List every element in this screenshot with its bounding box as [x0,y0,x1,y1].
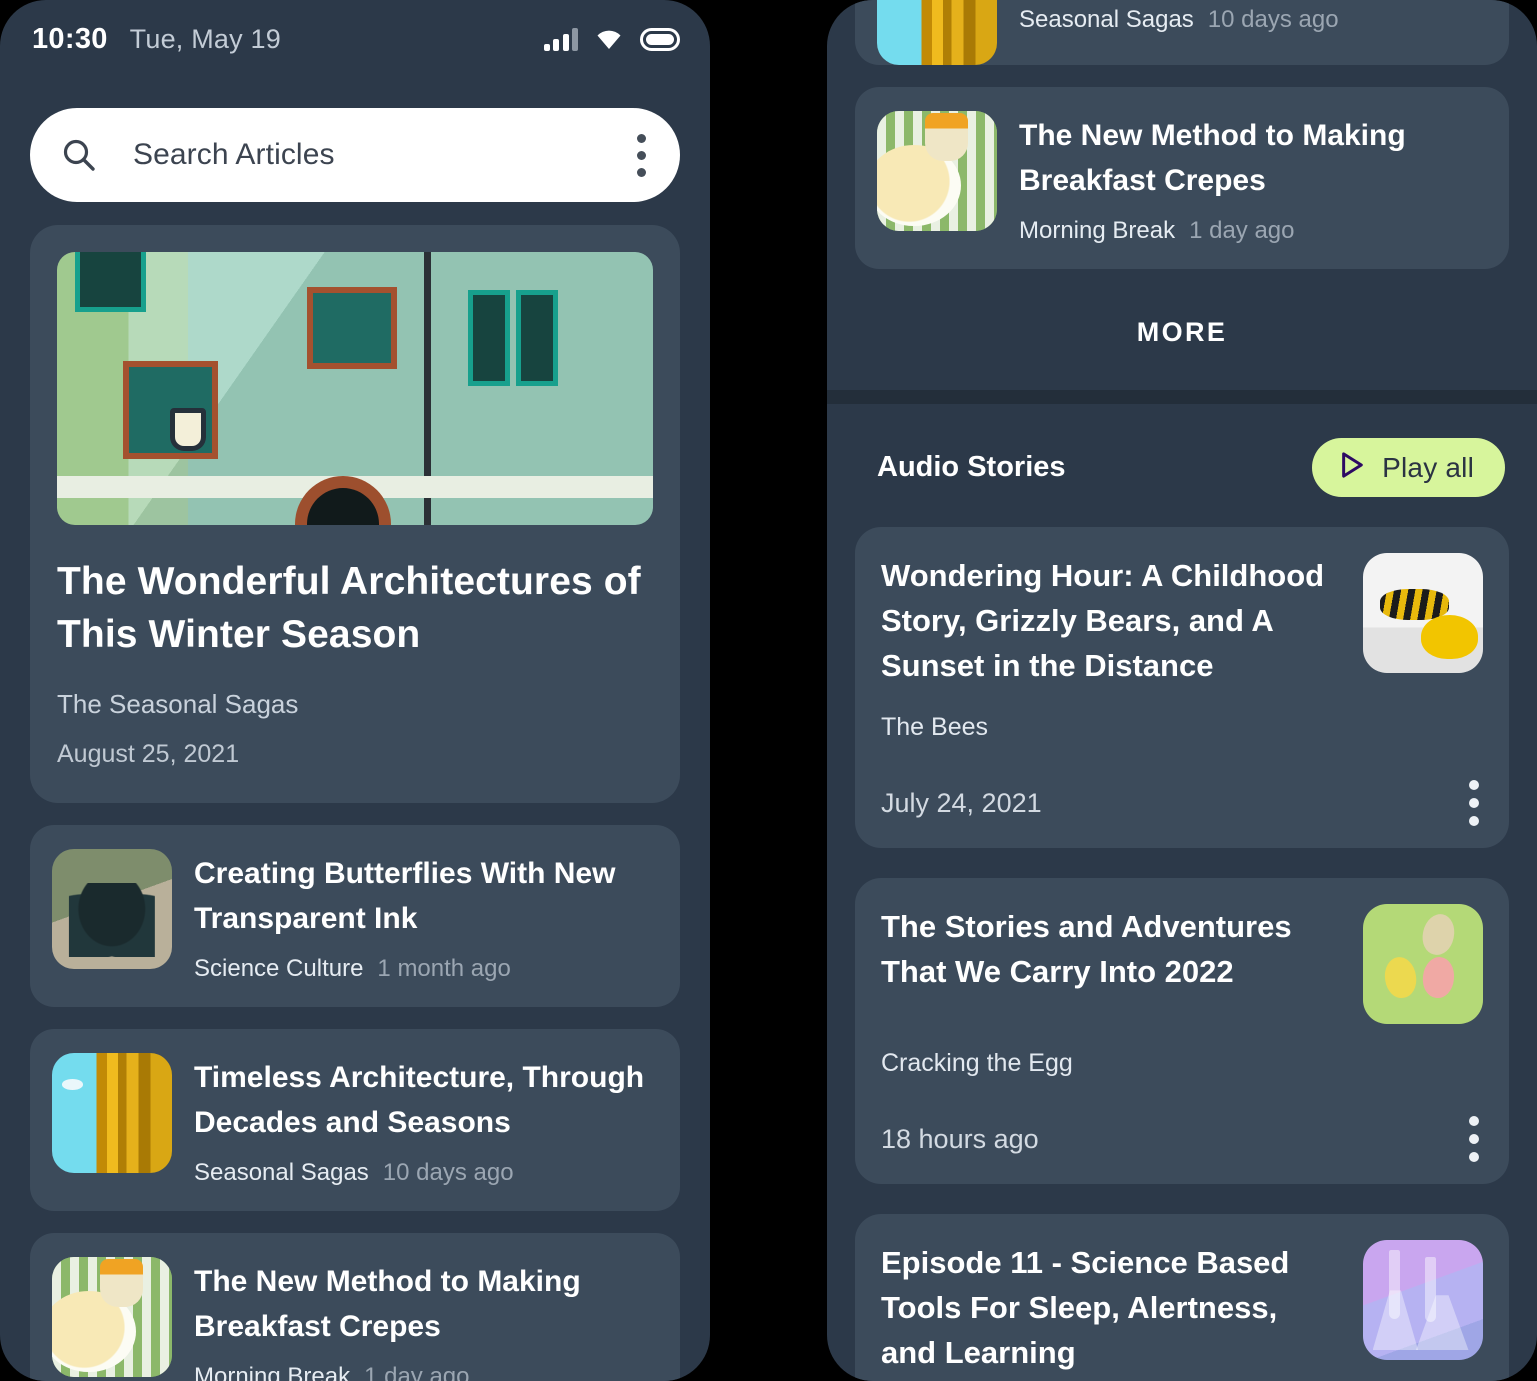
article-source: Morning Break [1019,217,1176,244]
audio-story-card[interactable]: Wondering Hour: A Childhood Story, Grizz… [855,527,1509,848]
article-title: The New Method to Making Breakfast Crepe… [194,1265,581,1343]
article-feed: The Wonderful Architectures of This Wint… [0,225,710,1381]
audio-story-top: Episode 11 - Science Based Tools For Sle… [881,1240,1483,1375]
audio-story-card[interactable]: The Stories and Adventures That We Carry… [855,878,1509,1184]
hero-article-card[interactable]: The Wonderful Architectures of This Wint… [30,225,680,803]
article-list-body: The New Method to Making Breakfast Crepe… [1019,111,1487,245]
section-divider [827,390,1537,404]
more-button[interactable]: MORE [827,269,1537,390]
audio-story-title: Wondering Hour: A Childhood Story, Grizz… [881,558,1325,683]
more-vert-icon[interactable] [1469,780,1479,826]
article-source: Science Culture [194,955,364,982]
audio-story-top: Wondering Hour: A Childhood Story, Grizz… [881,553,1483,688]
search-bar[interactable]: Search Articles [30,108,680,202]
right-panel-scroll: Seasonal Sagas 10 days ago The New Method… [827,0,1537,1381]
article-title: Timeless Architecture, Through Decades a… [194,1061,645,1139]
article-source: Morning Break [194,1363,351,1381]
audio-story-card[interactable]: Episode 11 - Science Based Tools For Sle… [855,1214,1509,1381]
status-bar-time: 10:30 [32,22,108,55]
status-bar: 10:30 Tue, May 19 [0,0,710,78]
status-bar-date: Tue, May 19 [129,23,281,54]
audio-stories-title: Audio Stories [877,451,1066,483]
play-all-label: Play all [1382,451,1474,483]
status-bar-icons [543,27,680,51]
article-meta: Seasonal Sagas 10 days ago [194,1159,658,1187]
left-phone-panel: 10:30 Tue, May 19 Search Articles The Wo… [0,0,710,1381]
article-list-item[interactable]: The New Method to Making Breakfast Crepe… [30,1233,680,1381]
article-list-item[interactable]: Timeless Architecture, Through Decades a… [30,1029,680,1211]
play-all-button[interactable]: Play all [1312,438,1505,497]
audio-story-date: 18 hours ago [881,1123,1039,1154]
article-list-item[interactable]: The New Method to Making Breakfast Crepe… [855,87,1509,269]
article-list-body: Seasonal Sagas 10 days ago [1019,0,1487,34]
article-time: 10 days ago [382,1159,514,1186]
article-list-body: The New Method to Making Breakfast Crepe… [194,1257,658,1381]
audio-story-source: The Bees [881,713,989,741]
article-list-body: Timeless Architecture, Through Decades a… [194,1053,658,1187]
hero-article-image [57,252,653,525]
right-article-list: The New Method to Making Breakfast Crepe… [827,87,1537,269]
article-time: 1 day ago [1189,217,1295,244]
audio-story-title: Episode 11 - Science Based Tools For Sle… [881,1245,1290,1370]
audio-story-title: The Stories and Adventures That We Carry… [881,909,1292,989]
search-icon [62,138,96,172]
more-button-label: MORE [1136,317,1228,347]
article-thumbnail [52,1053,172,1173]
search-input[interactable]: Search Articles [133,138,637,172]
play-triangle-icon [1339,451,1365,484]
audio-stories-header: Audio Stories Play all [855,404,1509,497]
search-bar-container: Search Articles [0,78,710,202]
audio-story-thumbnail [1363,904,1483,1024]
article-title: The New Method to Making Breakfast Crepe… [1019,119,1406,197]
article-time: 1 day ago [364,1363,470,1381]
screenshot-root: 10:30 Tue, May 19 Search Articles The Wo… [0,0,1537,1381]
article-meta: Morning Break 1 day ago [1019,217,1487,245]
article-meta: Morning Break 1 day ago [194,1363,658,1381]
article-meta: Science Culture 1 month ago [194,955,658,983]
article-list-item[interactable]: Creating Butterflies With New Transparen… [30,825,680,1007]
article-thumbnail [52,1257,172,1377]
more-vert-icon[interactable] [637,133,646,177]
hero-article-source: The Seasonal Sagas [57,689,299,719]
audio-story-footer: 18 hours ago [881,1116,1483,1162]
article-title: Creating Butterflies With New Transparen… [194,857,616,935]
audio-story-thumbnail [1363,1240,1483,1360]
audio-story-date: July 24, 2021 [881,787,1042,818]
hero-article-date: August 25, 2021 [57,740,240,768]
battery-icon [640,27,680,51]
article-thumbnail [877,0,997,65]
more-vert-icon[interactable] [1469,1116,1479,1162]
audio-story-source: Cracking the Egg [881,1049,1073,1077]
audio-story-top: The Stories and Adventures That We Carry… [881,904,1483,1024]
article-source: Seasonal Sagas [1019,6,1194,33]
article-time: 10 days ago [1207,6,1339,33]
article-source: Seasonal Sagas [194,1159,369,1186]
article-time: 1 month ago [377,955,511,982]
audio-story-footer: July 24, 2021 [881,780,1483,826]
article-meta: Seasonal Sagas 10 days ago [1019,6,1487,34]
audio-story-thumbnail [1363,553,1483,673]
signal-icon [543,27,578,51]
article-list-item[interactable]: Seasonal Sagas 10 days ago [855,0,1509,65]
hero-article-title: The Wonderful Architectures of This Wint… [57,560,641,656]
right-phone-panel: Seasonal Sagas 10 days ago The New Method… [827,0,1537,1381]
article-thumbnail [877,111,997,231]
article-list-body: Creating Butterflies With New Transparen… [194,849,658,983]
wifi-icon [595,28,623,50]
audio-stories-section: Audio Stories Play all Wondering Hour: A… [827,404,1537,1381]
article-thumbnail [52,849,172,969]
